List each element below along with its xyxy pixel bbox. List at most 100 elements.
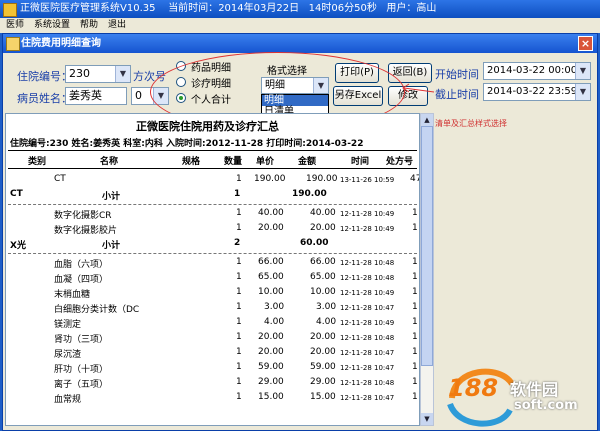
row-rx: 47 [410, 174, 419, 184]
row-amount: 10.00 [310, 287, 336, 297]
row-rx: 1 [412, 302, 418, 312]
subtotal-label: 小计 [102, 192, 121, 202]
row-name: 数字化摄影胶片 [54, 226, 118, 236]
menu-item-doctor[interactable]: 医师 [6, 20, 24, 30]
row-amount: 65.00 [310, 272, 336, 282]
menu-item-settings[interactable]: 系统设置 [34, 20, 70, 30]
menu-item-exit[interactable]: 退出 [108, 20, 126, 30]
row-qty: 1 [236, 377, 242, 387]
row-amount: 40.00 [310, 208, 336, 218]
scroll-thumb[interactable] [421, 126, 433, 366]
patient-no-combo[interactable]: 230 ▼ [65, 65, 131, 83]
end-time-combo[interactable]: 2014-03-22 23:59 ▼ [483, 83, 591, 101]
current-user: 高山 [416, 3, 437, 14]
row-name: 血常规 [54, 395, 82, 405]
row-time: 12-11-28 10:49 [340, 225, 395, 233]
report-preview: 正微医院住院用药及诊疗汇总 住院编号:230 姓名:姜秀英 科室:内科 入院时间… [5, 113, 420, 426]
subtotal-category: X光 [10, 241, 26, 251]
row-name: 血凝（四项） [54, 275, 109, 285]
subtotal-amount: 60.00 [300, 238, 329, 248]
row-amount: 20.00 [310, 223, 336, 233]
col-header-category: 类别 [28, 157, 47, 167]
row-price: 10.00 [258, 287, 284, 297]
user-label: 用户： [386, 3, 417, 14]
scroll-down-icon[interactable]: ▼ [421, 413, 433, 425]
time-label: 当前时间： [168, 3, 219, 14]
row-time: 12-11-28 10:48 [340, 334, 395, 342]
row-amount: 4.00 [316, 317, 337, 327]
chevron-down-icon[interactable]: ▼ [115, 66, 130, 82]
chevron-down-icon[interactable]: ▼ [575, 84, 590, 100]
row-name: CT [54, 174, 66, 184]
row-qty: 1 [236, 208, 242, 218]
app-title-bar: 正微医院医疗管理系统V10.35 当前时间：2014年03月22日 14时06分… [0, 0, 600, 18]
row-price: 40.00 [258, 208, 284, 218]
dialog-close-button[interactable]: × [578, 36, 593, 51]
app-logo-icon [3, 3, 17, 17]
col-header-name: 名称 [100, 157, 119, 167]
row-amount: 3.00 [316, 302, 337, 312]
row-rx: 1 [412, 272, 418, 282]
row-rx: 1 [412, 287, 418, 297]
col-header-amount: 金额 [298, 157, 317, 167]
row-amount: 29.00 [310, 377, 336, 387]
row-price: 59.00 [258, 362, 284, 372]
watermark-logo: 188 软件园 soft.com [440, 358, 600, 431]
row-price: 4.00 [264, 317, 285, 327]
report-title: 正微医院住院用药及诊疗汇总 [136, 120, 279, 133]
row-price: 15.00 [258, 392, 284, 402]
row-qty: 1 [236, 332, 242, 342]
row-name: 血脂（六项） [54, 260, 109, 270]
row-price: 65.00 [258, 272, 284, 282]
row-name: 肝功（十项） [54, 365, 109, 375]
app-name: 正微医院医疗管理系统V10.35 [20, 3, 156, 14]
watermark-url: soft.com [514, 398, 578, 413]
row-rx: 1 [412, 392, 418, 402]
visit-no-value: 0 [135, 89, 142, 102]
scroll-up-icon[interactable]: ▲ [421, 114, 433, 126]
row-rx: 1 [412, 257, 418, 267]
row-name: 尿沉渣 [54, 350, 82, 360]
row-qty: 1 [236, 174, 242, 184]
row-time: 12-11-28 10:47 [340, 304, 395, 312]
row-name: 末梢血糖 [54, 290, 91, 300]
row-time: 12-11-28 10:47 [340, 394, 395, 402]
row-amount: 15.00 [310, 392, 336, 402]
dialog-title: 住院费用明细查询 [21, 38, 101, 49]
dialog-icon [6, 37, 20, 51]
subtotal-category: CT [10, 189, 23, 199]
report-scrollbar[interactable]: ▲ ▼ [420, 113, 434, 426]
col-header-spec: 规格 [182, 157, 201, 167]
col-header-rx: 处方号 [386, 157, 414, 167]
row-amount: 190.00 [306, 174, 338, 184]
annotation-note: 清单及汇总样式选择 [435, 119, 507, 128]
patient-name-input[interactable]: 姜秀英 [65, 87, 127, 105]
row-rx: 1 [412, 332, 418, 342]
menu-item-help[interactable]: 帮助 [80, 20, 98, 30]
row-qty: 1 [236, 223, 242, 233]
col-header-price: 单价 [256, 157, 275, 167]
row-price: 29.00 [258, 377, 284, 387]
row-name: 白细胞分类计数（DC [54, 305, 140, 315]
row-price: 190.00 [254, 174, 286, 184]
row-qty: 1 [236, 272, 242, 282]
row-price: 20.00 [258, 347, 284, 357]
patient-no-label: 住院编号： [17, 70, 72, 83]
patient-name-label: 病员姓名： [17, 92, 72, 105]
col-header-qty: 数量 [224, 157, 243, 167]
subtotal-label: 小计 [102, 241, 121, 251]
row-rx: 1 [412, 208, 418, 218]
menu-bar: 医师 系统设置 帮助 退出 [0, 18, 600, 33]
subtotal-amount: 190.00 [292, 189, 327, 199]
patient-no-value: 230 [69, 67, 90, 80]
row-time: 12-11-28 10:48 [340, 274, 395, 282]
row-qty: 1 [236, 302, 242, 312]
row-time: 12-11-28 10:48 [340, 259, 395, 267]
row-rx: 1 [412, 317, 418, 327]
row-amount: 66.00 [310, 257, 336, 267]
row-time: 12-11-28 10:47 [340, 364, 395, 372]
row-time: 12-11-28 10:49 [340, 319, 395, 327]
current-date: 2014年03月22日 [218, 3, 300, 14]
chevron-down-icon[interactable]: ▼ [575, 63, 590, 79]
start-time-combo[interactable]: 2014-03-22 00:00 ▼ [483, 62, 591, 80]
